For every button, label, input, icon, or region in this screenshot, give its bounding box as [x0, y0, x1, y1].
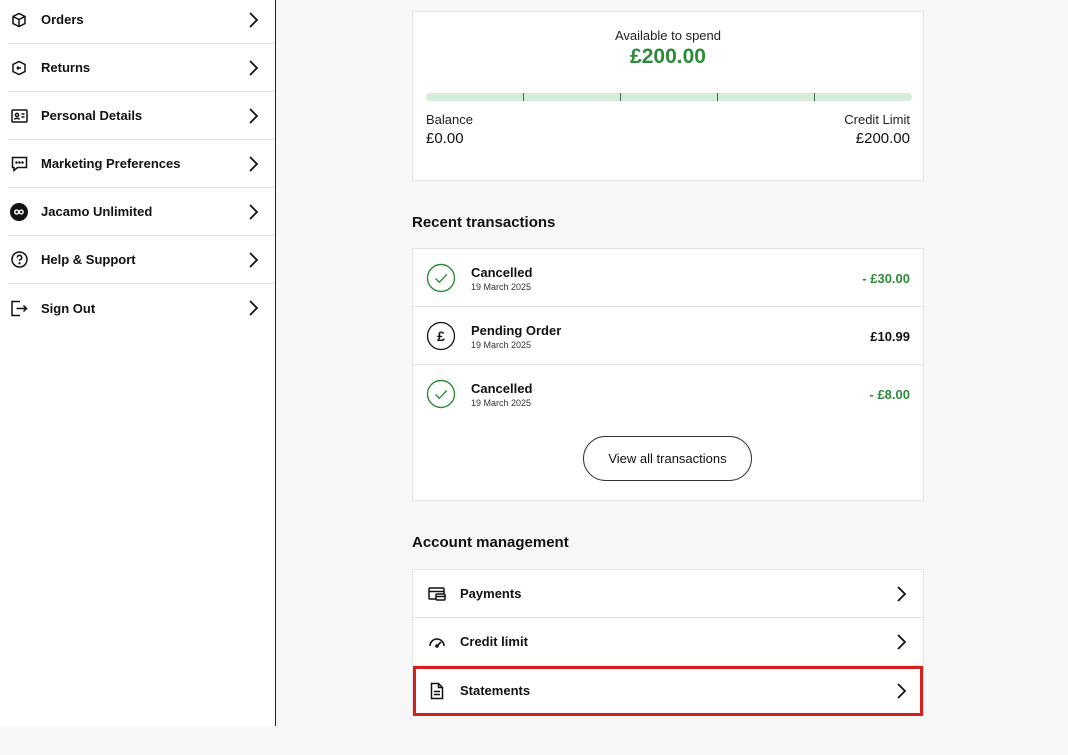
sidebar-item-returns[interactable]: Returns: [8, 44, 275, 92]
bar-tick: [717, 93, 718, 101]
chevron-right-icon: [249, 107, 259, 124]
credit-limit-value: £200.00: [855, 130, 910, 147]
transaction-row[interactable]: Cancelled 19 March 2025 - £8.00: [413, 365, 923, 423]
transaction-title: Cancelled: [471, 265, 533, 280]
transaction-date: 19 March 2025: [471, 282, 532, 292]
sidebar-item-label: Marketing Preferences: [41, 156, 181, 171]
credit-usage-bar: [426, 93, 912, 101]
account-sidebar: Orders Returns Personal Details Marketin…: [0, 0, 276, 726]
transaction-amount: - £8.00: [869, 387, 910, 402]
sidebar-item-label: Personal Details: [41, 108, 143, 123]
card-icon: [428, 587, 446, 601]
chevron-right-icon: [249, 155, 259, 172]
pound-circle-icon: £: [426, 321, 456, 351]
sidebar-item-jacamo-unlimited[interactable]: Jacamo Unlimited: [8, 188, 275, 236]
svg-text:£: £: [437, 328, 445, 344]
chevron-right-icon: [249, 203, 259, 220]
chevron-right-icon: [249, 300, 259, 316]
bar-tick: [523, 93, 524, 101]
chevron-right-icon: [897, 586, 907, 602]
recent-transactions-card: Cancelled 19 March 2025 - £30.00 £ Pendi…: [412, 248, 924, 501]
transaction-row[interactable]: £ Pending Order 19 March 2025 £10.99: [413, 307, 923, 365]
available-label: Available to spend: [614, 28, 721, 43]
chat-icon: [10, 155, 28, 173]
id-card-icon: [10, 107, 28, 125]
sidebar-item-orders[interactable]: Orders: [8, 0, 275, 44]
account-management-card: Payments Credit limit Statements: [412, 569, 924, 716]
sidebar-item-label: Orders: [41, 12, 84, 27]
account-item-label: Statements: [460, 683, 531, 698]
account-management-title: Account management: [412, 534, 569, 551]
view-all-transactions-button[interactable]: View all transactions: [583, 436, 752, 481]
transaction-amount: - £30.00: [862, 271, 910, 286]
bar-tick: [814, 93, 815, 101]
infinity-icon: [10, 202, 28, 221]
transaction-date: 19 March 2025: [471, 398, 532, 408]
sidebar-item-label: Sign Out: [41, 300, 96, 316]
sidebar-item-help-support[interactable]: Help & Support: [8, 236, 275, 284]
document-icon: [430, 682, 444, 700]
account-item-label: Credit limit: [460, 634, 528, 649]
transaction-title: Pending Order: [471, 323, 562, 338]
recent-transactions-title: Recent transactions: [412, 214, 556, 231]
sidebar-item-personal-details[interactable]: Personal Details: [8, 92, 275, 140]
transaction-date: 19 March 2025: [471, 340, 532, 350]
check-circle-icon: [426, 263, 456, 293]
sidebar-item-marketing-preferences[interactable]: Marketing Preferences: [8, 140, 275, 188]
balance-value: £0.00: [426, 130, 464, 147]
bar-tick: [620, 93, 621, 101]
sidebar-item-label: Returns: [41, 60, 91, 75]
account-item-payments[interactable]: Payments: [413, 570, 923, 618]
chevron-right-icon: [249, 11, 259, 28]
help-icon: [10, 251, 28, 269]
transaction-title: Cancelled: [471, 381, 533, 396]
available-amount: £200.00: [630, 45, 706, 68]
balance-label: Balance: [426, 112, 473, 127]
return-icon: [10, 59, 28, 77]
transaction-row[interactable]: Cancelled 19 March 2025 - £30.00: [413, 249, 923, 307]
account-main: Available to spend £200.00 Balance £0.00…: [276, 0, 1068, 755]
chevron-right-icon: [249, 59, 259, 76]
account-item-credit-limit[interactable]: Credit limit: [413, 618, 923, 666]
transaction-amount: £10.99: [870, 329, 910, 344]
credit-limit-label: Credit Limit: [844, 112, 910, 127]
account-item-label: Payments: [460, 586, 522, 601]
available-to-spend-card: Available to spend £200.00 Balance £0.00…: [412, 11, 924, 181]
check-circle-icon: [426, 379, 456, 409]
package-icon: [10, 11, 28, 29]
chevron-right-icon: [897, 634, 907, 650]
sidebar-item-label: Jacamo Unlimited: [41, 204, 153, 219]
gauge-icon: [429, 638, 445, 648]
sign-out-icon: [10, 299, 28, 317]
chevron-right-icon: [249, 251, 259, 268]
sidebar-item-label: Help & Support: [41, 252, 136, 267]
chevron-right-icon: [897, 683, 907, 699]
sidebar-item-sign-out[interactable]: Sign Out: [8, 284, 275, 332]
account-item-statements[interactable]: Statements: [413, 666, 923, 716]
